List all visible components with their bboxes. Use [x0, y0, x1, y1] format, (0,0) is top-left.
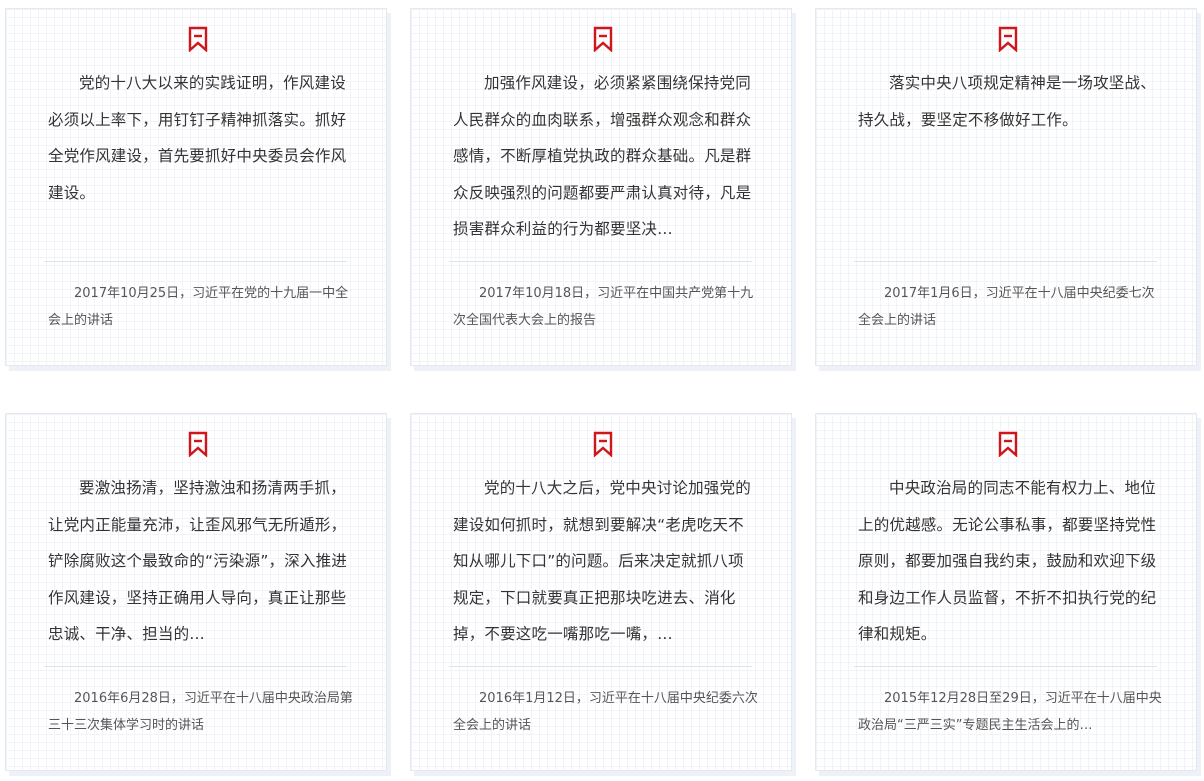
quote-source: 2015年12月28日至29日，习近平在十八届中央政治局“三严三实”专题民主生活…: [858, 691, 1162, 733]
quote-text: 中央政治局的同志不能有权力上、地位上的优越感。无论公事私事，都要坚持党性原则，都…: [858, 479, 1157, 643]
bookmark-icon: [188, 26, 208, 52]
divider: [854, 666, 1157, 667]
quote-source: 2017年10月25日，习近平在党的十九届一中全会上的讲话: [48, 286, 349, 328]
divider: [44, 261, 347, 262]
quote-text: 要激浊扬清，坚持激浊和扬清两手抓，让党内正能量充沛，让歪风邪气无所遁形，铲除腐败…: [48, 479, 348, 643]
quote-text: 加强作风建设，必须紧紧围绕保持党同人民群众的血肉联系，增强群众观念和群众感情，不…: [453, 74, 752, 238]
bookmark-icon: [998, 26, 1018, 52]
divider: [449, 666, 752, 667]
quote-card[interactable]: 中央政治局的同志不能有权力上、地位上的优越感。无论公事私事，都要坚持党性原则，都…: [815, 413, 1197, 771]
quote-source: 2016年1月12日，习近平在十八届中央纪委六次全会上的讲话: [453, 691, 758, 733]
quote-text: 党的十八大以来的实践证明，作风建设必须以上率下，用钉钉子精神抓落实。抓好全党作风…: [48, 74, 347, 202]
quote-text: 党的十八大之后，党中央讨论加强党的建设如何抓时，就想到要解决“老虎吃天不知从哪儿…: [453, 479, 751, 643]
bookmark-icon: [188, 431, 208, 457]
bookmark-icon: [593, 26, 613, 52]
quote-source: 2016年6月28日，习近平在十八届中央政治局第三十三次集体学习时的讲话: [48, 691, 353, 733]
quote-card[interactable]: 要激浊扬清，坚持激浊和扬清两手抓，让党内正能量充沛，让歪风邪气无所遁形，铲除腐败…: [5, 413, 387, 771]
quote-text: 落实中央八项规定精神是一场攻坚战、持久战，要坚定不移做好工作。: [858, 74, 1156, 129]
quote-card[interactable]: 党的十八大之后，党中央讨论加强党的建设如何抓时，就想到要解决“老虎吃天不知从哪儿…: [410, 413, 792, 771]
quote-card[interactable]: 落实中央八项规定精神是一场攻坚战、持久战，要坚定不移做好工作。 2017年1月6…: [815, 8, 1197, 366]
divider: [449, 261, 752, 262]
divider: [854, 261, 1157, 262]
quote-card-grid: 党的十八大以来的实践证明，作风建设必须以上率下，用钉钉子精神抓落实。抓好全党作风…: [0, 0, 1204, 781]
bookmark-icon: [998, 431, 1018, 457]
bookmark-icon: [593, 431, 613, 457]
quote-source: 2017年1月6日，习近平在十八届中央纪委七次全会上的讲话: [858, 286, 1155, 328]
quote-card[interactable]: 加强作风建设，必须紧紧围绕保持党同人民群众的血肉联系，增强群众观念和群众感情，不…: [410, 8, 792, 366]
quote-card[interactable]: 党的十八大以来的实践证明，作风建设必须以上率下，用钉钉子精神抓落实。抓好全党作风…: [5, 8, 387, 366]
divider: [44, 666, 347, 667]
quote-source: 2017年10月18日，习近平在中国共产党第十九次全国代表大会上的报告: [453, 286, 754, 328]
